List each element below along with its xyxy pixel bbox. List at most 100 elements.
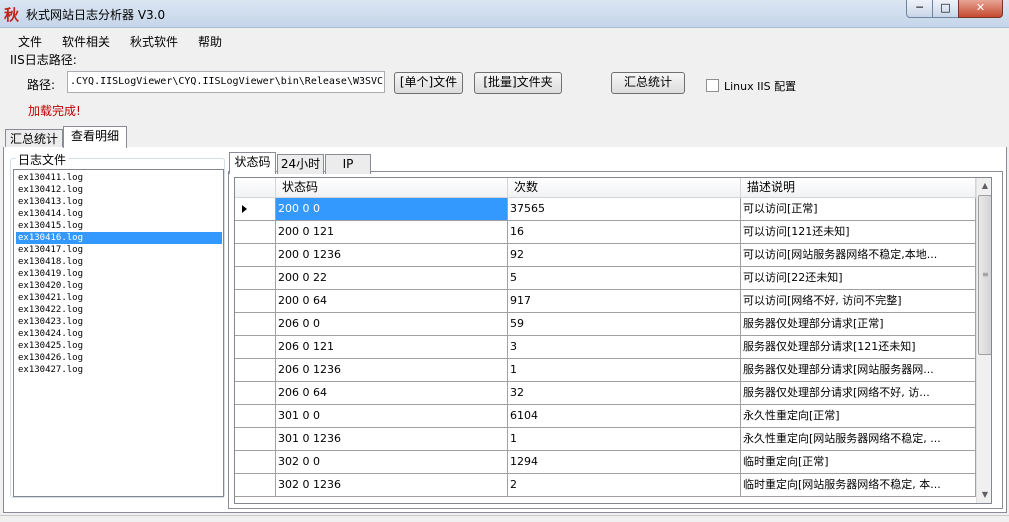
table-row[interactable]: 200 0 0 37565 可以访问[正常]	[235, 198, 976, 221]
table-row[interactable]: 200 0 64 917 可以访问[网络不好, 访问不完整]	[235, 290, 976, 313]
row-header[interactable]	[235, 244, 276, 267]
cell-description[interactable]: 可以访问[网站服务器网络不稳定,本地...	[741, 244, 976, 267]
minimize-button[interactable]: ─	[906, 0, 933, 18]
cell-description[interactable]: 可以访问[正常]	[741, 198, 976, 221]
row-header[interactable]	[235, 359, 276, 382]
cell-description[interactable]: 可以访问[121还未知]	[741, 221, 976, 244]
summary-stats-button[interactable]: 汇总统计	[611, 72, 685, 94]
log-file-item[interactable]: ex130425.log	[16, 340, 222, 352]
cell-status-code[interactable]: 301 0 0	[276, 405, 508, 428]
scroll-thumb[interactable]: ≡	[978, 195, 991, 355]
cell-status-code[interactable]: 206 0 64	[276, 382, 508, 405]
cell-description[interactable]: 服务器仅处理部分请求[正常]	[741, 313, 976, 336]
table-row[interactable]: 302 0 1236 2 临时重定向[网站服务器网络不稳定, 本...	[235, 474, 976, 497]
single-file-button[interactable]: [单个]文件	[394, 72, 463, 94]
log-file-item[interactable]: ex130414.log	[16, 208, 222, 220]
cell-description[interactable]: 可以访问[22还未知]	[741, 267, 976, 290]
cell-status-code[interactable]: 200 0 0	[276, 198, 508, 221]
log-file-item[interactable]: ex130417.log	[16, 244, 222, 256]
cell-status-code[interactable]: 301 0 1236	[276, 428, 508, 451]
close-button[interactable]: ✕	[958, 0, 1003, 18]
cell-status-code[interactable]: 200 0 22	[276, 267, 508, 290]
cell-status-code[interactable]: 200 0 64	[276, 290, 508, 313]
cell-description[interactable]: 临时重定向[网站服务器网络不稳定, 本...	[741, 474, 976, 497]
row-header[interactable]	[235, 267, 276, 290]
scroll-down-icon[interactable]: ▼	[977, 487, 991, 503]
cell-status-code[interactable]: 302 0 1236	[276, 474, 508, 497]
linux-iis-checkbox[interactable]	[706, 79, 719, 92]
row-header[interactable]	[235, 405, 276, 428]
cell-count[interactable]: 1	[508, 428, 741, 451]
cell-count[interactable]: 3	[508, 336, 741, 359]
table-row[interactable]: 200 0 22 5 可以访问[22还未知]	[235, 267, 976, 290]
row-header[interactable]	[235, 313, 276, 336]
menu-qiu-software[interactable]: 秋式软件	[130, 33, 178, 50]
log-file-item[interactable]: ex130415.log	[16, 220, 222, 232]
log-file-item[interactable]: ex130422.log	[16, 304, 222, 316]
table-row[interactable]: 206 0 64 32 服务器仅处理部分请求[网络不好, 访...	[235, 382, 976, 405]
batch-folder-button[interactable]: [批量]文件夹	[474, 72, 562, 94]
log-file-item[interactable]: ex130412.log	[16, 184, 222, 196]
cell-count[interactable]: 37565	[508, 198, 741, 221]
table-row[interactable]: 302 0 0 1294 临时重定向[正常]	[235, 451, 976, 474]
table-row[interactable]: 206 0 0 59 服务器仅处理部分请求[正常]	[235, 313, 976, 336]
row-header[interactable]	[235, 221, 276, 244]
column-header-description[interactable]: 描述说明	[741, 178, 976, 198]
table-row[interactable]: 206 0 1236 1 服务器仅处理部分请求[网站服务器网...	[235, 359, 976, 382]
row-header[interactable]	[235, 451, 276, 474]
column-header-status-code[interactable]: 状态码	[276, 178, 508, 198]
cell-description[interactable]: 服务器仅处理部分请求[网站服务器网...	[741, 359, 976, 382]
log-file-item[interactable]: ex130421.log	[16, 292, 222, 304]
menu-software[interactable]: 软件相关	[62, 33, 110, 50]
log-file-item[interactable]: ex130423.log	[16, 316, 222, 328]
tab-details[interactable]: 查看明细	[63, 126, 127, 148]
log-file-item[interactable]: ex130411.log	[16, 172, 222, 184]
cell-status-code[interactable]: 206 0 0	[276, 313, 508, 336]
cell-count[interactable]: 917	[508, 290, 741, 313]
cell-status-code[interactable]: 206 0 121	[276, 336, 508, 359]
table-row[interactable]: 206 0 121 3 服务器仅处理部分请求[121还未知]	[235, 336, 976, 359]
cell-description[interactable]: 永久性重定向[网站服务器网络不稳定, ...	[741, 428, 976, 451]
log-file-list[interactable]: ex130411.log ex130412.log ex130413.log ex13…	[13, 169, 224, 497]
table-row[interactable]: 200 0 121 16 可以访问[121还未知]	[235, 221, 976, 244]
menu-help[interactable]: 帮助	[198, 33, 222, 50]
cell-count[interactable]: 1	[508, 359, 741, 382]
cell-status-code[interactable]: 200 0 121	[276, 221, 508, 244]
scroll-up-icon[interactable]: ▲	[977, 178, 991, 194]
cell-count[interactable]: 6104	[508, 405, 741, 428]
cell-description[interactable]: 服务器仅处理部分请求[网络不好, 访...	[741, 382, 976, 405]
row-header[interactable]	[235, 474, 276, 497]
tab-ip[interactable]: IP	[325, 154, 371, 174]
log-file-item[interactable]: ex130424.log	[16, 328, 222, 340]
cell-count[interactable]: 1294	[508, 451, 741, 474]
row-header[interactable]	[235, 290, 276, 313]
row-header[interactable]	[235, 428, 276, 451]
log-file-item[interactable]: ex130420.log	[16, 280, 222, 292]
row-header[interactable]	[235, 382, 276, 405]
cell-description[interactable]: 临时重定向[正常]	[741, 451, 976, 474]
cell-description[interactable]: 服务器仅处理部分请求[121还未知]	[741, 336, 976, 359]
cell-count[interactable]: 16	[508, 221, 741, 244]
log-file-item[interactable]: ex130427.log	[16, 364, 222, 376]
log-file-item[interactable]: ex130419.log	[16, 268, 222, 280]
cell-count[interactable]: 92	[508, 244, 741, 267]
status-code-grid[interactable]: 状态码 次数 描述说明 200 0 0 37565 可以访问[正常] 200 0 12…	[234, 177, 992, 504]
tab-24-hours[interactable]: 24小时	[277, 154, 324, 174]
cell-status-code[interactable]: 206 0 1236	[276, 359, 508, 382]
cell-count[interactable]: 2	[508, 474, 741, 497]
log-file-item[interactable]: ex130413.log	[16, 196, 222, 208]
cell-description[interactable]: 永久性重定向[正常]	[741, 405, 976, 428]
maximize-button[interactable]: □	[932, 0, 959, 18]
log-file-item[interactable]: ex130416.log	[16, 232, 222, 244]
cell-count[interactable]: 5	[508, 267, 741, 290]
grid-vertical-scrollbar[interactable]: ▲ ≡ ▼	[976, 178, 991, 503]
row-header[interactable]	[235, 336, 276, 359]
cell-count[interactable]: 59	[508, 313, 741, 336]
cell-status-code[interactable]: 302 0 0	[276, 451, 508, 474]
cell-count[interactable]: 32	[508, 382, 741, 405]
log-file-item[interactable]: ex130418.log	[16, 256, 222, 268]
column-header-count[interactable]: 次数	[508, 178, 741, 198]
tab-summary[interactable]: 汇总统计	[5, 129, 63, 149]
table-row[interactable]: 301 0 1236 1 永久性重定向[网站服务器网络不稳定, ...	[235, 428, 976, 451]
table-row[interactable]: 200 0 1236 92 可以访问[网站服务器网络不稳定,本地...	[235, 244, 976, 267]
